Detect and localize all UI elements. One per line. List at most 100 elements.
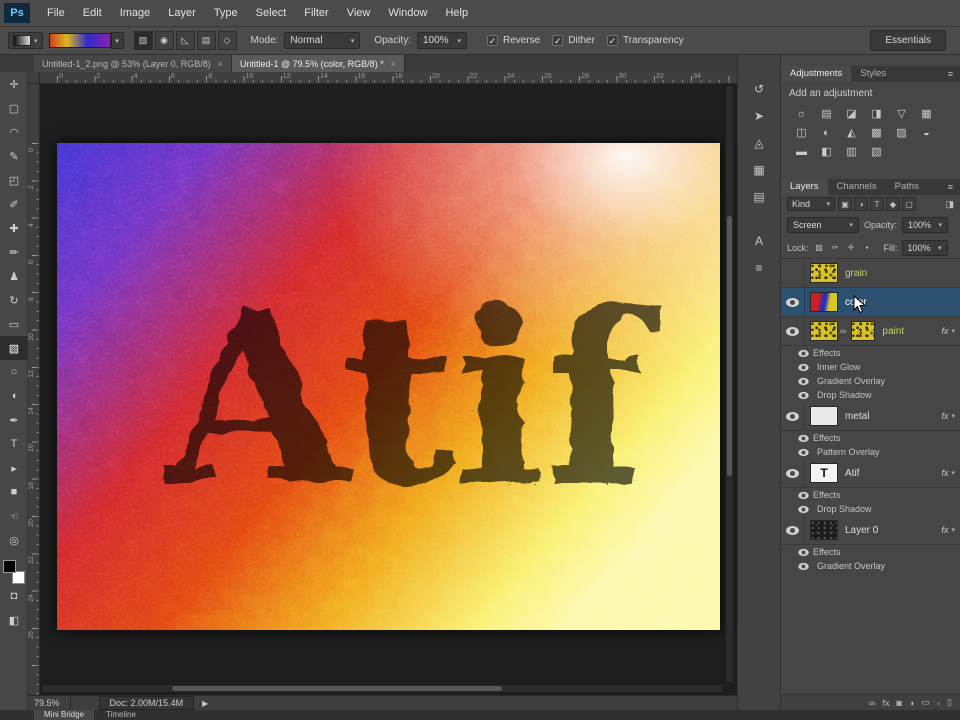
lasso-tool[interactable]: ◠	[0, 120, 28, 144]
horizontal-scrollbar[interactable]	[41, 684, 724, 693]
menu-type[interactable]: Type	[205, 0, 247, 26]
menu-help[interactable]: Help	[436, 0, 477, 26]
brush-tool[interactable]: ✏	[0, 240, 28, 264]
vibrance-adjustment-icon[interactable]: ▽	[889, 104, 914, 123]
character-panel-icon[interactable]: A	[744, 229, 774, 253]
fx-collapse-icon[interactable]: ▾	[951, 469, 955, 477]
lock-image-pixels-icon[interactable]: ✑	[829, 241, 842, 254]
quick-mask-button[interactable]: ◘	[0, 584, 28, 608]
checkbox-icon[interactable]: ✓	[552, 35, 564, 46]
layer-thumbnail[interactable]: T	[810, 463, 838, 483]
menu-edit[interactable]: Edit	[74, 0, 111, 26]
filter-kind-select[interactable]: Kind ▾	[787, 197, 835, 211]
layer-effects-badge[interactable]: fx ▾	[941, 411, 960, 421]
threshold-adjustment-icon[interactable]: ◧	[814, 142, 839, 161]
marquee-tool[interactable]: ▢	[0, 96, 28, 120]
color-balance-adjustment-icon[interactable]: ◫	[789, 123, 814, 142]
vertical-scrollbar-thumb[interactable]	[727, 216, 732, 476]
dodge-tool[interactable]: ◖	[0, 384, 28, 408]
filter-pixel-layers-icon[interactable]: ▣	[838, 197, 852, 211]
layer-thumbnail[interactable]	[810, 406, 838, 426]
new-adjustment-layer-icon[interactable]: ◑	[909, 698, 914, 708]
workspace-button[interactable]: Essentials	[870, 30, 946, 51]
healing-brush-tool[interactable]: ✚	[0, 216, 28, 240]
effect-visibility-toggle[interactable]	[795, 431, 811, 445]
history-brush-tool[interactable]: ↻	[0, 288, 28, 312]
filter-type-layers-icon[interactable]: T	[870, 197, 884, 211]
lock-all-icon[interactable]: ▪	[861, 241, 874, 254]
lock-position-icon[interactable]: ✛	[845, 241, 858, 254]
color-lookup-adjustment-icon[interactable]: ▨	[889, 123, 914, 142]
effect-visibility-toggle[interactable]	[795, 374, 811, 388]
effect-visibility-toggle[interactable]	[795, 346, 811, 360]
menu-file[interactable]: File	[38, 0, 74, 26]
zoom-level[interactable]: 79.5%	[28, 698, 70, 708]
crop-tool[interactable]: ◰	[0, 168, 28, 192]
layer-thumbnail[interactable]	[810, 292, 838, 312]
channel-mixer-adjustment-icon[interactable]: ▩	[864, 123, 889, 142]
info-panel-icon[interactable]: ◬	[744, 131, 774, 155]
checkbox-icon[interactable]: ✓	[606, 35, 618, 46]
hand-tool[interactable]: ☜	[0, 504, 28, 528]
effect-visibility-toggle[interactable]	[795, 488, 811, 502]
close-tab-icon[interactable]: ×	[218, 59, 223, 69]
panel-menu-icon[interactable]: ≡	[941, 179, 960, 195]
layer-row-layer-0[interactable]: Layer 0 fx ▾	[781, 516, 960, 545]
path-selection-tool[interactable]: ▸	[0, 456, 28, 480]
menu-layer[interactable]: Layer	[159, 0, 205, 26]
tab-styles[interactable]: Styles	[851, 66, 895, 82]
effect-visibility-toggle[interactable]	[795, 559, 811, 573]
curves-adjustment-icon[interactable]: ◪	[839, 104, 864, 123]
effect-row-pattern-overlay[interactable]: Pattern Overlay	[781, 445, 960, 459]
gradient-tool[interactable]: ▧	[0, 336, 28, 360]
effects-header-row[interactable]: Effects	[781, 488, 960, 502]
layer-effects-badge[interactable]: fx ▾	[941, 468, 960, 478]
effect-visibility-toggle[interactable]	[795, 445, 811, 459]
tab-layers[interactable]: Layers	[781, 179, 828, 195]
layer-visibility-toggle[interactable]	[781, 459, 805, 487]
vertical-scrollbar[interactable]	[725, 85, 734, 683]
layer-mask-thumbnail[interactable]	[851, 321, 876, 341]
lock-transparent-pixels-icon[interactable]: ▨	[813, 241, 826, 254]
layer-row-paint[interactable]: ∞ paint fx ▾	[781, 317, 960, 346]
caret-down-icon[interactable]: ▾	[110, 32, 124, 49]
layer-effects-badge[interactable]: fx ▾	[941, 525, 960, 535]
gradient-map-adjustment-icon[interactable]: ▥	[839, 142, 864, 161]
eraser-tool[interactable]: ▭	[0, 312, 28, 336]
reverse-checkbox[interactable]: ✓ Reverse	[487, 35, 540, 46]
layer-visibility-toggle[interactable]	[781, 402, 805, 430]
blur-tool[interactable]: ○	[0, 360, 28, 384]
selective-color-adjustment-icon[interactable]: ▧	[864, 142, 889, 161]
layer-row-color[interactable]: color	[781, 288, 960, 317]
layer-visibility-toggle[interactable]	[781, 317, 805, 345]
linear-gradient-button[interactable]: ▧	[133, 31, 153, 50]
layer-row-atif[interactable]: T Atif fx ▾	[781, 459, 960, 488]
horizontal-scrollbar-thumb[interactable]	[172, 686, 502, 691]
add-layer-mask-icon[interactable]: ◙	[896, 698, 901, 708]
menu-image[interactable]: Image	[111, 0, 160, 26]
angle-gradient-button[interactable]: ◺	[175, 31, 195, 50]
effect-row-gradient-overlay[interactable]: Gradient Overlay	[781, 559, 960, 573]
layer-filter-toggle-icon[interactable]: ◨	[945, 199, 954, 210]
layers-fill-select[interactable]: 100% ▾	[901, 239, 948, 256]
shape-tool[interactable]: ■	[0, 480, 28, 504]
panel-menu-icon[interactable]: ≡	[941, 66, 960, 82]
tool-preset-picker[interactable]: ▾	[8, 32, 43, 49]
effect-row-inner-glow[interactable]: Inner Glow	[781, 360, 960, 374]
layer-visibility-toggle[interactable]	[781, 516, 805, 544]
opacity-select[interactable]: 100% ▾	[417, 32, 467, 49]
layer-effects-badge[interactable]: fx ▾	[941, 326, 960, 336]
mini-bridge-tab[interactable]: Mini Bridge	[34, 710, 95, 720]
photoshop-logo[interactable]: Ps	[4, 3, 30, 23]
layer-thumbnail[interactable]	[810, 520, 838, 540]
vertical-ruler[interactable]: 0 2 4 6 8 10 12 14 16 18 20 22 24 26	[28, 84, 40, 695]
menu-select[interactable]: Select	[247, 0, 296, 26]
screen-mode-button[interactable]: ◧	[0, 608, 28, 632]
levels-adjustment-icon[interactable]: ▤	[814, 104, 839, 123]
fx-collapse-icon[interactable]: ▾	[951, 327, 955, 335]
new-layer-icon[interactable]: ▫	[937, 698, 940, 708]
close-tab-icon[interactable]: ×	[391, 59, 396, 69]
posterize-adjustment-icon[interactable]: ▬	[789, 142, 814, 161]
effect-visibility-toggle[interactable]	[795, 360, 811, 374]
document-tab-2[interactable]: Untitled-1 @ 79.5% (color, RGB/8) * ×	[232, 55, 405, 72]
